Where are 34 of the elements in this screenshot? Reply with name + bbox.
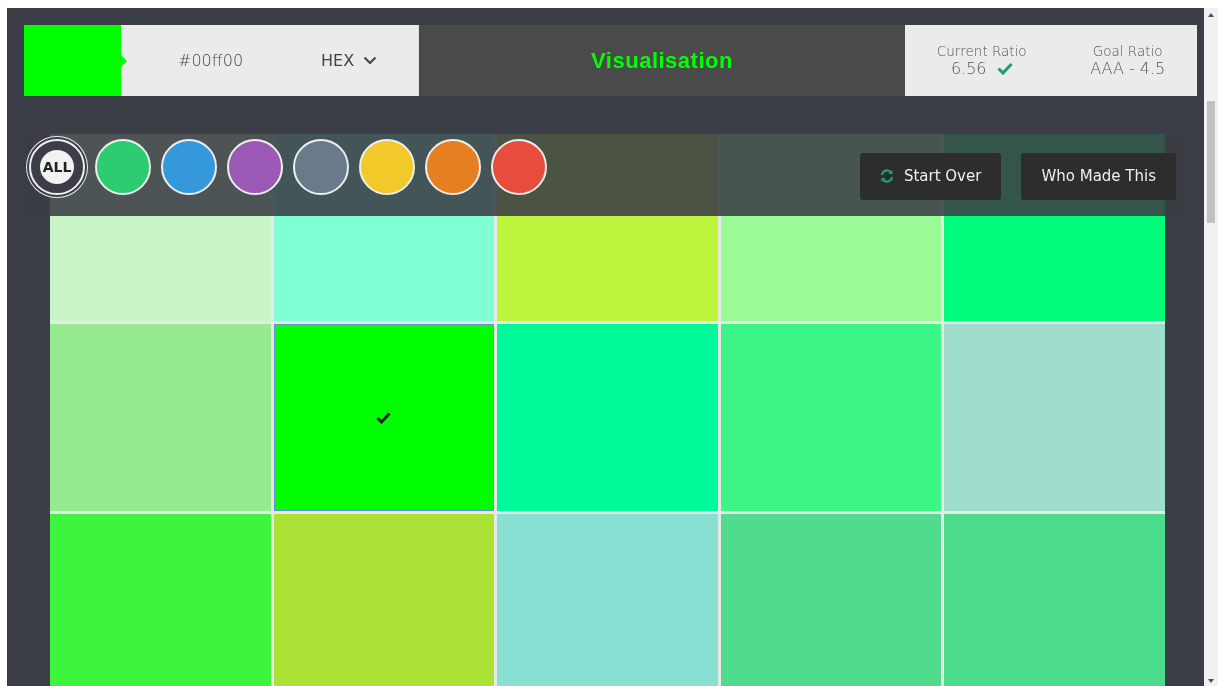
color-tile[interactable] [273, 514, 495, 686]
check-icon [996, 62, 1013, 75]
color-filter[interactable] [491, 139, 547, 195]
color-filter[interactable] [227, 139, 283, 195]
color-tile[interactable] [497, 514, 718, 686]
color-tile[interactable] [50, 514, 271, 686]
chevron-down-icon [363, 56, 378, 65]
color-filter[interactable] [95, 139, 151, 195]
scrollbar-thumb[interactable] [1207, 101, 1215, 223]
page-title: Visualisation [591, 47, 733, 74]
ratio-label: Current Ratio [936, 43, 1027, 59]
color-tile[interactable] [720, 514, 942, 686]
check-icon [376, 411, 392, 424]
color-tile[interactable] [944, 324, 1165, 511]
refresh-icon [879, 169, 894, 183]
format-dropdown[interactable]: HEX [321, 51, 378, 70]
ratio-value: 6.56 [950, 59, 987, 78]
color-filter[interactable] [161, 139, 217, 195]
color-tile[interactable] [720, 324, 942, 511]
who-made-this-button[interactable]: Who Made This [1021, 152, 1176, 200]
color-tile[interactable] [944, 514, 1165, 686]
color-tile[interactable] [50, 324, 271, 511]
ratio-value: AAA - 4.5 [1090, 59, 1166, 78]
all-filter[interactable]: ALL [29, 139, 85, 195]
color-tile[interactable] [497, 324, 718, 511]
color-filter[interactable] [425, 139, 481, 195]
color-filter[interactable] [293, 139, 349, 195]
color-filter[interactable] [359, 139, 415, 195]
ratio-label: Goal Ratio [1092, 43, 1163, 59]
hex-value: #00ff00 [178, 51, 245, 70]
start-over-button[interactable]: Start Over [859, 152, 1002, 200]
scroll-down-icon[interactable] [1207, 678, 1215, 684]
scroll-up-icon[interactable] [1207, 12, 1215, 18]
color-tile[interactable] [273, 324, 495, 511]
